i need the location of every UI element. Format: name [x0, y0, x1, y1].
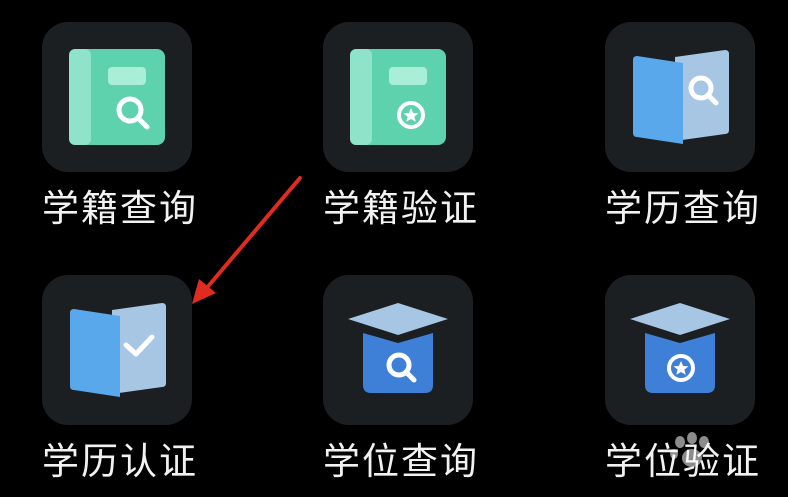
app-tile-xueli-chaxun[interactable] [605, 22, 755, 172]
app-tile-xueji-chaxun[interactable] [42, 22, 192, 172]
app-tile-xuewei-yanzheng[interactable] [605, 275, 755, 425]
book-star-icon [350, 49, 446, 145]
app-tile-xueli-renzheng[interactable] [42, 275, 192, 425]
graduation-cap-star-icon [630, 303, 730, 393]
book-search-icon [69, 49, 165, 145]
app-label: 学位查询 [323, 440, 479, 483]
open-book-search-icon [633, 50, 729, 144]
app-label: 学籍查询 [42, 187, 198, 230]
app-tile-xueji-yanzheng[interactable] [323, 22, 473, 172]
app-label: 学籍验证 [323, 187, 479, 230]
app-tile-xuewei-chaxun[interactable] [323, 275, 473, 425]
watermark-logo-icon [670, 432, 709, 467]
app-label: 学历查询 [605, 187, 761, 230]
app-label: 学历认证 [42, 440, 198, 483]
graduation-cap-search-icon [348, 303, 448, 393]
open-book-check-icon [70, 303, 166, 397]
